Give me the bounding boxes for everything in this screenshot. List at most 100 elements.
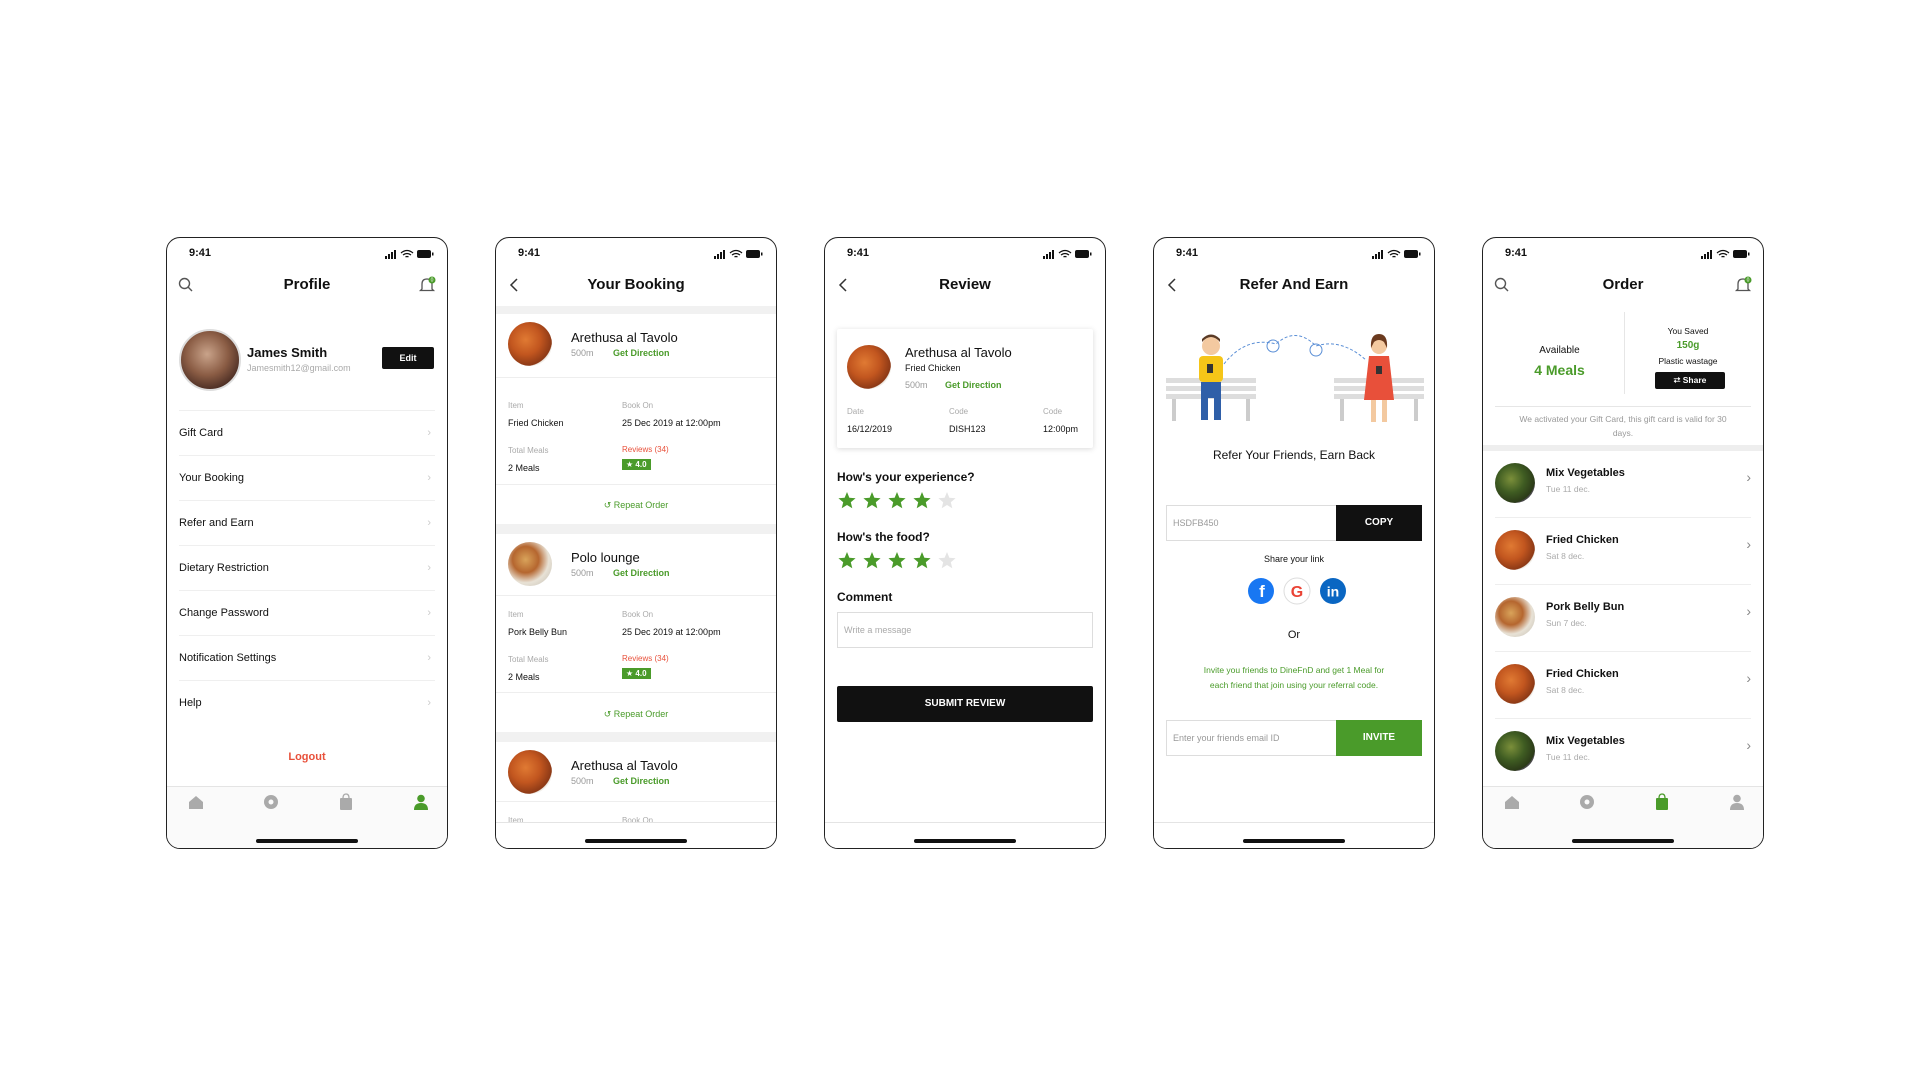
star-icon[interactable] (863, 492, 881, 509)
item-value: Fried Chicken (508, 418, 564, 428)
order-row[interactable]: Mix Vegetables Tue 11 dec. › (1483, 719, 1763, 786)
menu-item-refer-earn[interactable]: Refer and Earn › (179, 500, 435, 545)
order-row[interactable]: Pork Belly Bun Sun 7 dec. › (1483, 585, 1763, 652)
repeat-order-button[interactable]: ↺ Repeat Order (496, 709, 776, 720)
food-image (1495, 664, 1535, 704)
restaurant-name[interactable]: Arethusa al Tavolo (571, 330, 678, 345)
home-icon[interactable] (1502, 793, 1522, 811)
menu-item-dietary[interactable]: Dietary Restriction › (179, 545, 435, 590)
saved-label: You Saved (1667, 326, 1709, 336)
restaurant-name[interactable]: Polo lounge (571, 550, 640, 565)
review-screen: 9:41 Review Arethusa al Tavolo Fried Chi… (824, 237, 1106, 849)
star-icon[interactable] (838, 552, 856, 569)
discover-icon[interactable] (261, 793, 281, 811)
menu-item-notification-settings[interactable]: Notification Settings › (179, 635, 435, 680)
star-icon[interactable] (913, 492, 931, 509)
edit-button[interactable]: Edit (382, 347, 434, 369)
repeat-icon: ↺ (603, 709, 614, 719)
menu-item-change-password[interactable]: Change Password › (179, 590, 435, 635)
home-icon[interactable] (186, 793, 206, 811)
order-row[interactable]: Mix Vegetables Tue 11 dec. › (1483, 451, 1763, 518)
get-direction-link[interactable]: Get Direction (613, 348, 670, 358)
star-icon[interactable] (913, 552, 931, 569)
bag-icon[interactable] (1652, 793, 1672, 811)
experience-rating[interactable] (837, 491, 967, 511)
comment-input[interactable]: Write a message (837, 612, 1093, 648)
notification-bell-icon[interactable]: 0 (1733, 275, 1753, 295)
star-icon[interactable] (938, 552, 956, 569)
order-item-date: Sat 8 dec. (1546, 551, 1585, 561)
distance: 500m (571, 568, 594, 578)
divider (496, 732, 776, 742)
chevron-right-icon: › (1746, 536, 1751, 552)
page-title: Order (1602, 276, 1644, 293)
order-row[interactable]: Fried Chicken Sat 8 dec. › (1483, 518, 1763, 585)
status-bar: 9:41 (167, 247, 447, 261)
order-screen: 9:41 Order 0 Available 4 Meals You Saved… (1482, 237, 1764, 849)
status-time: 9:41 (847, 247, 870, 259)
order-row[interactable]: Fried Chicken Sat 8 dec. › (1483, 652, 1763, 719)
distance: 500m (571, 776, 594, 786)
invite-button[interactable]: INVITE (1336, 720, 1422, 756)
get-direction-link[interactable]: Get Direction (945, 380, 1002, 390)
google-icon[interactable]: G (1283, 577, 1311, 605)
menu-item-your-booking[interactable]: Your Booking › (179, 455, 435, 500)
bag-icon[interactable] (336, 793, 356, 811)
restaurant-name[interactable]: Arethusa al Tavolo (571, 758, 678, 773)
star-icon[interactable] (938, 492, 956, 509)
notification-bell-icon[interactable]: 0 (417, 275, 437, 295)
get-direction-link[interactable]: Get Direction (613, 568, 670, 578)
user-icon[interactable] (1727, 793, 1747, 811)
total-meals-label: Total Meals (508, 446, 549, 455)
submit-review-button[interactable]: SUBMIT REVIEW (837, 686, 1093, 722)
chevron-right-icon: › (427, 697, 431, 709)
share-button[interactable]: ⮂ Share (1655, 372, 1725, 389)
linkedin-icon[interactable]: in (1320, 578, 1346, 604)
header: Refer And Earn (1154, 272, 1434, 298)
book-on-label: Book On (622, 401, 654, 410)
saved-value: 150g (1676, 340, 1700, 351)
total-meals-value: 2 Meals (508, 463, 540, 473)
bottom-bar (496, 822, 776, 848)
repeat-order-label: Repeat Order (613, 500, 669, 510)
repeat-order-button[interactable]: ↺ Repeat Order (496, 500, 776, 511)
facebook-icon[interactable]: f (1248, 578, 1274, 604)
get-direction-link[interactable]: Get Direction (613, 776, 670, 786)
food-image (1495, 731, 1535, 771)
discover-icon[interactable] (1577, 793, 1597, 811)
copy-button[interactable]: COPY (1336, 505, 1422, 541)
food-question: How's the food? (837, 530, 930, 544)
divider (496, 306, 776, 314)
chevron-right-icon: › (427, 472, 431, 484)
star-icon[interactable] (838, 492, 856, 509)
menu-item-gift-card[interactable]: Gift Card › (179, 410, 435, 455)
star-icon[interactable] (888, 492, 906, 509)
menu-label: Notification Settings (179, 652, 277, 664)
gift-card-note: We activated your Gift Card, this gift c… (1519, 414, 1727, 438)
chevron-right-icon: › (427, 652, 431, 664)
svg-text:in: in (1327, 584, 1339, 600)
code-value: DISH123 (949, 424, 986, 434)
distance: 500m (571, 348, 594, 358)
referral-code-field: HSDFB450 COPY (1166, 505, 1422, 541)
user-icon[interactable] (411, 793, 431, 811)
reviews-link[interactable]: Reviews (34) (622, 445, 669, 454)
order-item-date: Sat 8 dec. (1546, 685, 1585, 695)
star-icon[interactable] (888, 552, 906, 569)
invite-email-field[interactable]: Enter your friends email ID INVITE (1166, 720, 1422, 756)
food-rating[interactable] (837, 551, 967, 571)
reviews-link[interactable]: Reviews (34) (622, 654, 669, 663)
food-image (1495, 530, 1535, 570)
saved-subtitle: Plastic wastage (1658, 356, 1718, 366)
header: Your Booking (496, 272, 776, 298)
menu-item-help[interactable]: Help › (179, 680, 435, 725)
booking-summary-card: Arethusa al Tavolo Fried Chicken 500m Ge… (837, 329, 1093, 448)
logout-button[interactable]: Logout (167, 751, 447, 763)
star-icon[interactable] (863, 552, 881, 569)
item-value: Pork Belly Bun (508, 627, 568, 637)
divider (1495, 406, 1751, 407)
refer-headline: Refer Your Friends, Earn Back (1212, 448, 1376, 462)
menu-label: Gift Card (179, 427, 224, 439)
home-indicator (914, 839, 1016, 843)
status-icons (1701, 249, 1750, 259)
